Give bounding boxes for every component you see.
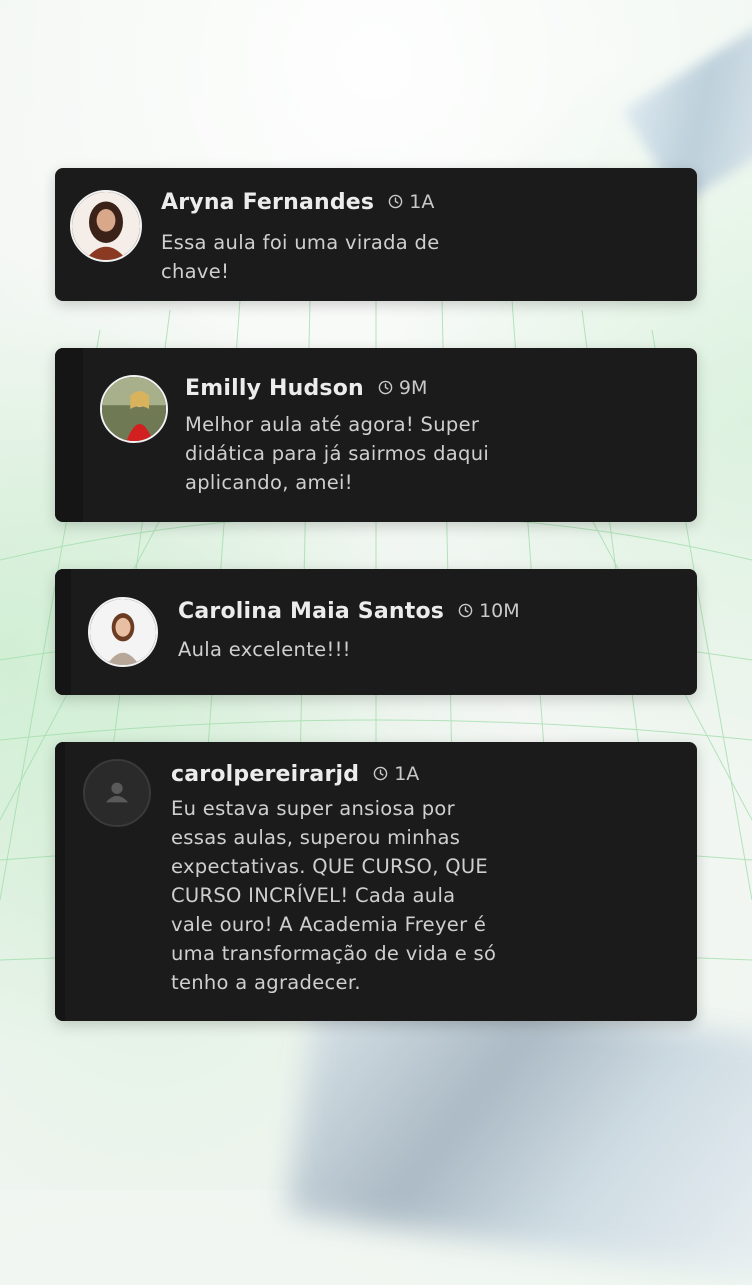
comment-line: expectativas. QUE CURSO, QUE <box>171 855 489 878</box>
author-name[interactable]: Carolina Maia Santos <box>178 599 444 624</box>
author-name[interactable]: carolpereirarjd <box>171 762 359 787</box>
time-label: 9M <box>398 376 428 399</box>
comment-line: tenho a agradecer. <box>171 971 361 994</box>
comment-line: didática para já sairmos daqui <box>185 442 490 465</box>
comment-text: Melhor aula até agora! Super didática pa… <box>185 410 489 497</box>
comment-line: aplicando, amei! <box>185 471 353 494</box>
thread-rail <box>55 348 83 522</box>
avatar[interactable] <box>88 597 158 667</box>
comment-card: Emilly Hudson 9M Melhor aula até agora! … <box>55 348 697 522</box>
clock-icon <box>388 194 403 209</box>
comment-line: Essa aula foi uma virada de <box>161 231 440 254</box>
time-label: 10M <box>479 599 520 622</box>
avatar[interactable] <box>70 190 142 262</box>
comment-line: Eu estava super ansiosa por <box>171 797 455 820</box>
comment-line: chave! <box>161 260 230 283</box>
timestamp: 1A <box>373 763 419 785</box>
author-name[interactable]: Aryna Fernandes <box>161 190 374 215</box>
thread-rail <box>55 569 71 695</box>
timestamp: 10M <box>458 600 520 622</box>
user-photo-avatar-icon <box>72 192 140 260</box>
comment-header: Aryna Fernandes 1A <box>161 190 434 215</box>
time-label: 1A <box>409 190 435 213</box>
clock-icon <box>458 603 473 618</box>
time-label: 1A <box>394 762 420 785</box>
comment-line: uma transformação de vida e só <box>171 942 497 965</box>
comment-card: carolpereirarjd 1A Eu estava super ansio… <box>55 742 697 1021</box>
comment-line: Melhor aula até agora! Super <box>185 413 480 436</box>
user-photo-avatar-icon <box>102 377 166 441</box>
comment-text: Eu estava super ansiosa por essas aulas,… <box>171 794 496 997</box>
comment-header: Emilly Hudson 9M <box>185 376 427 401</box>
clock-icon <box>373 766 388 781</box>
comment-line: vale ouro! A Academia Freyer é <box>171 913 487 936</box>
user-photo-avatar-icon <box>90 599 156 665</box>
comment-text: Essa aula foi uma virada de chave! <box>161 228 440 286</box>
avatar[interactable] <box>83 759 151 827</box>
comment-header: carolpereirarjd 1A <box>171 762 419 787</box>
avatar[interactable] <box>100 375 168 443</box>
timestamp: 1A <box>388 191 434 213</box>
thread-rail <box>55 742 65 1021</box>
comment-line: CURSO INCRÍVEL! Cada aula <box>171 884 456 907</box>
timestamp: 9M <box>378 377 427 399</box>
clock-icon <box>378 380 393 395</box>
comment-text: Aula excelente!!! <box>178 635 351 664</box>
comment-card: Aryna Fernandes 1A Essa aula foi uma vir… <box>55 168 697 301</box>
default-user-avatar-icon <box>85 761 149 825</box>
comment-card: Carolina Maia Santos 10M Aula excelente!… <box>55 569 697 695</box>
comment-header: Carolina Maia Santos 10M <box>178 599 520 624</box>
author-name[interactable]: Emilly Hudson <box>185 376 364 401</box>
comment-line: essas aulas, superou minhas <box>171 826 461 849</box>
comment-line: Aula excelente!!! <box>178 638 351 661</box>
